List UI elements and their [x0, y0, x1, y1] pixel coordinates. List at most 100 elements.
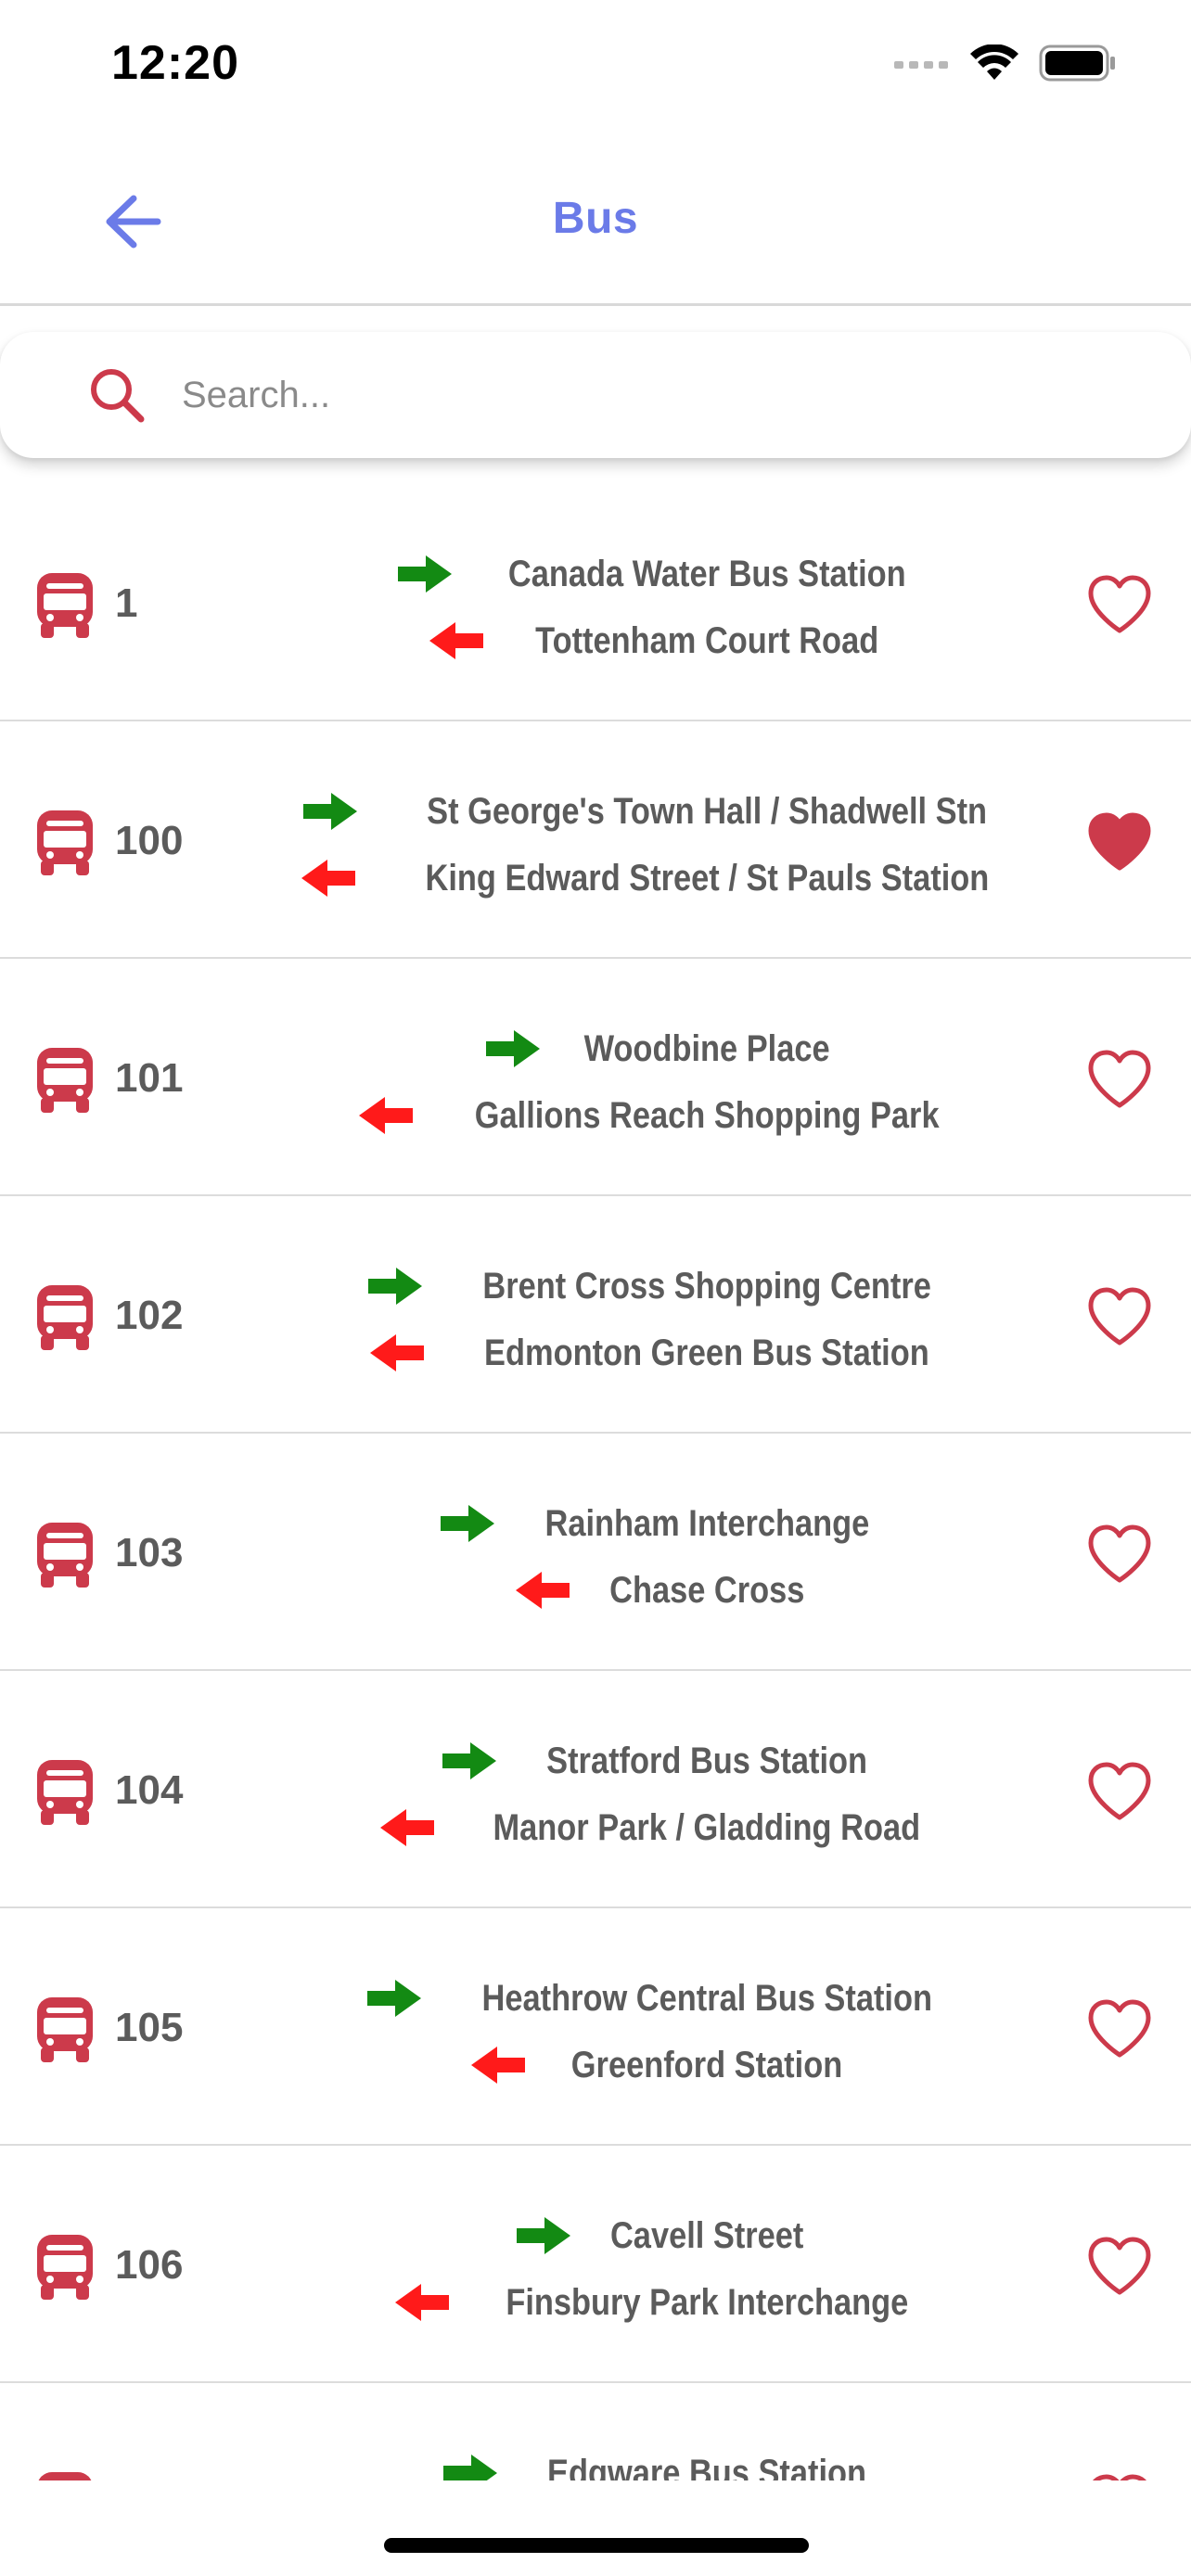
inbound-arrow-icon: [370, 1334, 425, 1371]
outbound-line: St George's Town Hall / Shadwell Stn: [302, 786, 1032, 836]
search-box[interactable]: [0, 332, 1191, 458]
wifi-icon: [970, 45, 1018, 80]
inbound-destination: Greenford Station: [570, 2044, 843, 2085]
route-number: 106: [115, 2242, 184, 2288]
outbound-line: Stratford Bus Station: [442, 1736, 893, 1786]
inbound-destination: Chase Cross: [608, 1569, 805, 1611]
bus-icon: [37, 1760, 93, 1825]
route-number: 1: [115, 580, 138, 626]
bus-icon: [37, 1048, 93, 1113]
route-destinations: Cavell Street Finsbury Park Interchange: [213, 2211, 1122, 2327]
outbound-line: Edgware Bus Station: [442, 2448, 892, 2481]
route-destinations: Stratford Bus Station Manor Park / Gladd…: [213, 1736, 1122, 1853]
route-row-101[interactable]: 101 Woodbine Place Gallions Reach Shoppi…: [0, 959, 1191, 1196]
inbound-line: Tottenham Court Road: [429, 616, 906, 666]
route-number: 105: [115, 2005, 184, 2050]
route-number: 101: [115, 1055, 184, 1101]
inbound-arrow-icon: [301, 860, 355, 897]
outbound-arrow-icon: [367, 1268, 422, 1305]
inbound-destination: King Edward Street / St Pauls Station: [425, 857, 989, 899]
inbound-line: Finsbury Park Interchange: [394, 2277, 941, 2327]
inbound-line: Edmonton Green Bus Station: [370, 1328, 966, 1378]
outbound-destination: Woodbine Place: [583, 1027, 830, 1069]
bus-icon: [38, 2472, 92, 2480]
outbound-destination: Stratford Bus Station: [546, 1740, 867, 1781]
route-row-107[interactable]: 107 Edgware Bus Station: [0, 2383, 1191, 2480]
outbound-arrow-icon: [302, 793, 357, 830]
route-number: 100: [115, 818, 184, 863]
status-bar: 12:20: [0, 0, 1191, 139]
heart-outline-icon[interactable]: [1087, 2474, 1152, 2480]
search-icon: [91, 369, 145, 423]
outbound-line: Rainham Interchange: [440, 1498, 896, 1549]
outbound-arrow-icon: [442, 2455, 497, 2480]
screen: 12:20 Bus Search... 1 Canada Water Bus S…: [0, 0, 1191, 2576]
status-icons: [894, 45, 1117, 82]
bus-icon: [37, 2235, 93, 2300]
heart-filled-icon[interactable]: [1087, 812, 1152, 872]
heart-outline-icon[interactable]: [1087, 1050, 1152, 1109]
outbound-line: Cavell Street: [516, 2211, 819, 2261]
inbound-arrow-icon: [380, 1809, 435, 1846]
outbound-destination: St George's Town Hall / Shadwell Stn: [427, 790, 987, 832]
route-destinations: Edgware Bus Station: [213, 2448, 1122, 2480]
outbound-arrow-icon: [516, 2217, 570, 2254]
inbound-line: Gallions Reach Shopping Park: [358, 1090, 977, 1141]
inbound-destination: Manor Park / Gladding Road: [493, 1806, 921, 1848]
outbound-arrow-icon: [440, 1505, 494, 1542]
route-destinations: Heathrow Central Bus Station Greenford S…: [213, 1973, 1122, 2090]
route-list[interactable]: 1 Canada Water Bus Station Tottenham Cou…: [0, 484, 1191, 2480]
outbound-line: Canada Water Bus Station: [397, 549, 939, 599]
route-destinations: Canada Water Bus Station Tottenham Court…: [213, 549, 1122, 666]
route-number: 103: [115, 1530, 184, 1575]
inbound-arrow-icon: [358, 1097, 413, 1134]
inbound-destination: Tottenham Court Road: [534, 619, 879, 661]
route-destinations: Rainham Interchange Chase Cross: [213, 1498, 1122, 1615]
route-destinations: Woodbine Place Gallions Reach Shopping P…: [213, 1024, 1122, 1141]
heart-outline-icon[interactable]: [1087, 1762, 1152, 1821]
inbound-line: Manor Park / Gladding Road: [380, 1803, 955, 1853]
bus-icon: [37, 1523, 93, 1588]
bus-icon: [37, 810, 93, 875]
search-input[interactable]: [182, 358, 1109, 432]
outbound-arrow-icon: [485, 1030, 540, 1067]
route-row-103[interactable]: 103 Rainham Interchange Chase Cross: [0, 1434, 1191, 1671]
outbound-line: Woodbine Place: [485, 1024, 850, 1074]
outbound-destination: Rainham Interchange: [544, 1502, 869, 1544]
route-row-106[interactable]: 106 Cavell Street Finsbury Park Intercha…: [0, 2146, 1191, 2383]
route-row-102[interactable]: 102 Brent Cross Shopping Centre Edmonton…: [0, 1196, 1191, 1434]
inbound-destination: Edmonton Green Bus Station: [484, 1332, 929, 1373]
route-row-1[interactable]: 1 Canada Water Bus Station Tottenham Cou…: [0, 484, 1191, 721]
heart-outline-icon[interactable]: [1087, 1524, 1152, 1584]
route-number: 104: [115, 1767, 184, 1813]
inbound-destination: Gallions Reach Shopping Park: [474, 1094, 940, 1136]
outbound-destination: Edgware Bus Station: [546, 2452, 867, 2481]
home-indicator: [384, 2538, 809, 2553]
outbound-arrow-icon: [442, 1742, 496, 1779]
outbound-destination: Canada Water Bus Station: [507, 553, 906, 594]
route-row-104[interactable]: 104 Stratford Bus Station Manor Park / G…: [0, 1671, 1191, 1908]
outbound-destination: Cavell Street: [609, 2214, 804, 2256]
status-time: 12:20: [111, 36, 239, 90]
nav-bar: Bus: [0, 139, 1191, 306]
route-destinations: Brent Cross Shopping Centre Edmonton Gre…: [213, 1261, 1122, 1378]
outbound-destination: Brent Cross Shopping Centre: [482, 1265, 931, 1307]
outbound-line: Heathrow Central Bus Station: [366, 1973, 969, 2023]
bus-icon: [37, 1997, 93, 2062]
inbound-line: King Edward Street / St Pauls Station: [301, 853, 1035, 903]
route-row-100[interactable]: 100 St George's Town Hall / Shadwell Stn…: [0, 721, 1191, 959]
heart-outline-icon[interactable]: [1087, 575, 1152, 634]
heart-outline-icon[interactable]: [1087, 1287, 1152, 1346]
heart-outline-icon[interactable]: [1087, 2237, 1152, 2296]
outbound-arrow-icon: [366, 1980, 421, 2017]
outbound-destination: Heathrow Central Bus Station: [481, 1977, 932, 2019]
inbound-arrow-icon: [515, 1572, 570, 1609]
outbound-arrow-icon: [397, 555, 452, 593]
heart-outline-icon[interactable]: [1087, 1999, 1152, 2059]
route-row-105[interactable]: 105 Heathrow Central Bus Station Greenfo…: [0, 1908, 1191, 2146]
route-number: 102: [115, 1293, 184, 1338]
signal-icon: [894, 61, 948, 69]
inbound-arrow-icon: [429, 622, 483, 659]
inbound-arrow-icon: [394, 2284, 449, 2321]
bus-icon: [37, 573, 93, 638]
